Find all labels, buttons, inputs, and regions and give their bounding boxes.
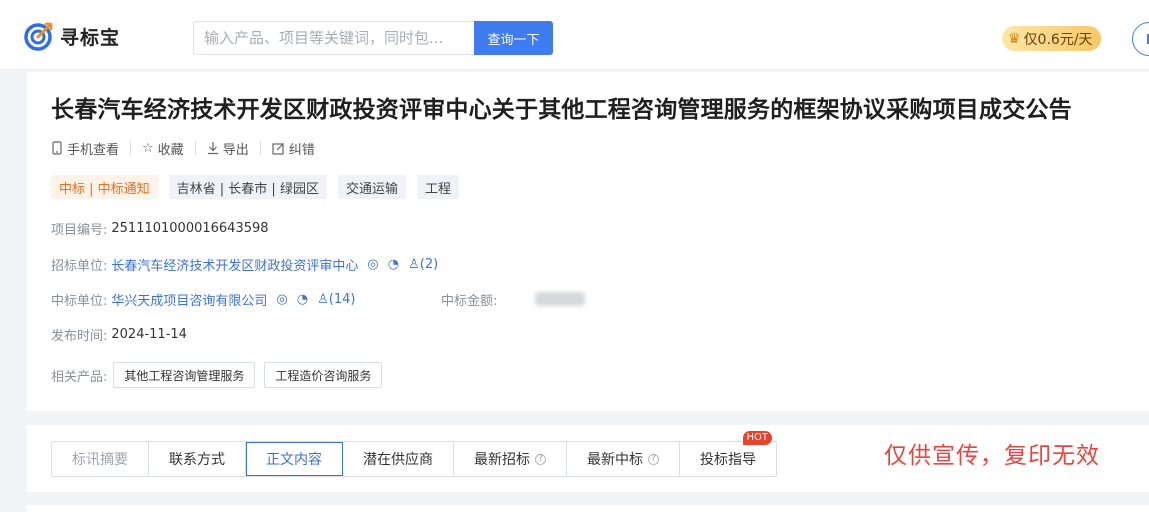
star-icon: ☆ [142,140,154,156]
amount-label: 中标金额: [441,293,498,309]
project-number-row: 项目编号: 2511101000016643598 [51,219,269,238]
vip-price-badge[interactable]: ♛ 仅0.6元/天 [1002,26,1101,51]
related-products-row: 相关产品: 其他工程咨询管理服务 工程造价咨询服务 [51,361,391,389]
tab-contact[interactable]: 联系方式 [149,442,246,476]
mobile-view-label: 手机查看 [67,142,120,158]
tag-category[interactable]: 工程 [416,175,459,199]
download-icon [207,142,218,155]
amount-value-blurred [535,292,585,306]
logo-text: 寻标宝 [60,26,121,49]
tag-bid-type: 中标 | 中标通知 [51,175,158,199]
logo[interactable]: 寻标宝 [24,21,120,51]
tag-list: 中标 | 中标通知 吉林省 | 长春市 | 绿园区 交通运输 工程 [51,175,470,199]
search-input[interactable] [194,22,475,54]
tenderer-contacts-count: (2) [419,256,439,272]
logo-icon [24,22,53,51]
favorite-label: 收藏 [157,142,184,158]
tag-industry[interactable]: 交通运输 [337,175,406,199]
tenderer-row: 招标单位: 长春汽车经济技术开发区财政投资评审中心 ◎ ◔ ♙ (2) [51,255,438,274]
product-tag[interactable]: 工程造价咨询服务 [264,362,383,388]
winner-contacts[interactable]: ♙ (14) [317,292,355,307]
tab-bar: 标讯摘要 联系方式 正文内容 潜在供应商 最新招标 ? 最新中标 ? 投标指导 … [51,431,777,477]
person-icon: ♙ [408,256,420,272]
tab-label: 正文内容 [266,452,322,468]
help-icon[interactable]: ? [535,453,546,465]
content-card-edge [27,505,1149,512]
crown-icon: ♛ [1008,30,1021,47]
tenderer-label: 招标单位: [51,258,108,274]
favorite-action[interactable]: ☆ 收藏 [142,139,184,158]
search-box [193,21,475,55]
tab-latest-awards[interactable]: 最新中标 ? [567,442,680,476]
winner-label: 中标单位: [51,293,108,309]
report-error-action[interactable]: 纠错 [272,139,315,158]
help-icon[interactable]: ? [648,453,659,465]
tab-label: 联系方式 [169,452,225,468]
related-products-label: 相关产品: [51,369,108,385]
tab-label: 潜在供应商 [363,452,433,468]
tab-label: 最新招标 [474,452,530,468]
tab-latest-tenders[interactable]: 最新招标 ? [454,442,567,476]
phone-icon [52,141,62,155]
location-icon[interactable]: ◎ [276,292,287,307]
winner-row: 中标单位: 华兴天成项目咨询有限公司 ◎ ◔ ♙ (14) 中标金额: [51,290,651,309]
divider [259,141,261,155]
chart-icon[interactable]: ◔ [388,257,399,272]
tab-potential-suppliers[interactable]: 潜在供应商 [343,442,454,476]
tab-summary[interactable]: 标讯摘要 [52,442,149,476]
tag-region[interactable]: 吉林省 | 长春市 | 绿园区 [168,175,327,199]
divider [130,141,132,155]
mobile-view-action[interactable]: 手机查看 [51,139,119,158]
publish-date-label: 发布时间: [51,328,108,344]
user-menu-button[interactable] [1132,22,1149,56]
person-icon: ♙ [317,291,329,307]
export-action[interactable]: 导出 [207,139,249,158]
tab-label: 标讯摘要 [72,452,128,468]
tab-label: 最新中标 [587,452,643,468]
divider [194,141,196,155]
project-number-label: 项目编号: [51,222,108,238]
product-tag[interactable]: 其他工程咨询管理服务 [113,362,256,388]
report-error-label: 纠错 [288,142,315,158]
tenderer-link[interactable]: 长春汽车经济技术开发区财政投资评审中心 [111,255,358,274]
chart-icon[interactable]: ◔ [297,292,308,307]
tab-label: 投标指导 [700,452,756,468]
vip-price-text: 仅0.6元/天 [1023,31,1093,48]
location-icon[interactable]: ◎ [367,257,378,272]
publish-date-value: 2024-11-14 [111,326,187,342]
tab-bidding-guide[interactable]: 投标指导 HOT [680,431,776,476]
watermark-text: 仅供宣传，复印无效 [884,443,1100,469]
action-bar: 手机查看 ☆ 收藏 导出 纠错 [51,139,315,158]
publish-date-row: 发布时间: 2024-11-14 [51,325,187,344]
top-header: 寻标宝 查询一下 ♛ 仅0.6元/天 [0,0,1149,70]
notice-info-card: 长春汽车经济技术开发区财政投资评审中心关于其他工程咨询管理服务的框架协议采购项目… [27,72,1149,411]
tab-content[interactable]: 正文内容 [246,442,343,476]
export-label: 导出 [222,142,249,158]
notice-title: 长春汽车经济技术开发区财政投资评审中心关于其他工程咨询管理服务的框架协议采购项目… [51,97,1072,123]
search-button[interactable]: 查询一下 [474,21,553,55]
edit-icon [272,142,284,155]
winner-contacts-count: (14) [328,291,356,307]
winner-link[interactable]: 华兴天成项目咨询有限公司 [111,290,267,309]
hot-badge: HOT [742,431,772,445]
project-number-value: 2511101000016643598 [111,220,269,236]
tenderer-contacts[interactable]: ♙ (2) [408,257,438,272]
